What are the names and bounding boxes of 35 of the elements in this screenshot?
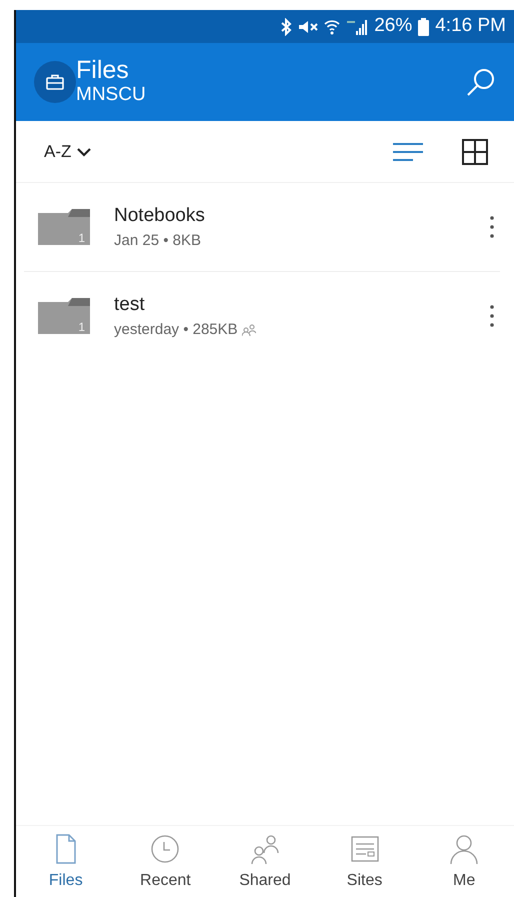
account-name: MNSCU bbox=[76, 84, 147, 108]
nav-tab[interactable]: Shared bbox=[215, 826, 315, 897]
person-icon bbox=[448, 834, 480, 865]
grid-icon bbox=[462, 138, 488, 164]
nav-tab[interactable]: Files bbox=[16, 826, 116, 897]
nav-tab[interactable]: Me bbox=[414, 826, 514, 897]
signal-icon bbox=[346, 18, 368, 36]
nav-tab[interactable]: Sites bbox=[314, 826, 414, 897]
more-icon bbox=[490, 305, 494, 327]
folder-icon bbox=[38, 209, 90, 245]
file-row[interactable]: 1 test yesterday • 285KB bbox=[16, 272, 514, 360]
file-row[interactable]: 1 Notebooks Jan 25 • 8KB bbox=[16, 183, 514, 271]
nav-tab[interactable]: Recent bbox=[116, 826, 216, 897]
file-name: Notebooks bbox=[114, 204, 206, 228]
account-button[interactable] bbox=[34, 61, 76, 103]
clock-time: 4:16 PM bbox=[435, 14, 506, 38]
list-icon bbox=[392, 140, 424, 162]
file-name: test bbox=[114, 292, 146, 316]
clock-icon bbox=[149, 834, 182, 865]
search-icon bbox=[466, 67, 496, 97]
item-count: 1 bbox=[78, 232, 85, 244]
people-icon bbox=[248, 834, 281, 865]
file-details: Jan 25 • 8KB bbox=[114, 231, 201, 251]
battery-icon bbox=[418, 18, 430, 36]
sort-dropdown[interactable]: A-Z bbox=[44, 138, 92, 164]
folder-icon bbox=[38, 298, 90, 334]
file-details: yesterday • 285KB bbox=[114, 320, 238, 340]
battery-percent: 26% bbox=[374, 14, 412, 38]
bluetooth-icon bbox=[280, 18, 292, 36]
more-icon bbox=[490, 216, 494, 238]
item-count: 1 bbox=[78, 321, 85, 333]
chevron-down-icon bbox=[77, 146, 92, 156]
briefcase-icon bbox=[46, 74, 64, 90]
page-title: Files bbox=[76, 56, 130, 84]
wifi-icon bbox=[324, 18, 340, 36]
